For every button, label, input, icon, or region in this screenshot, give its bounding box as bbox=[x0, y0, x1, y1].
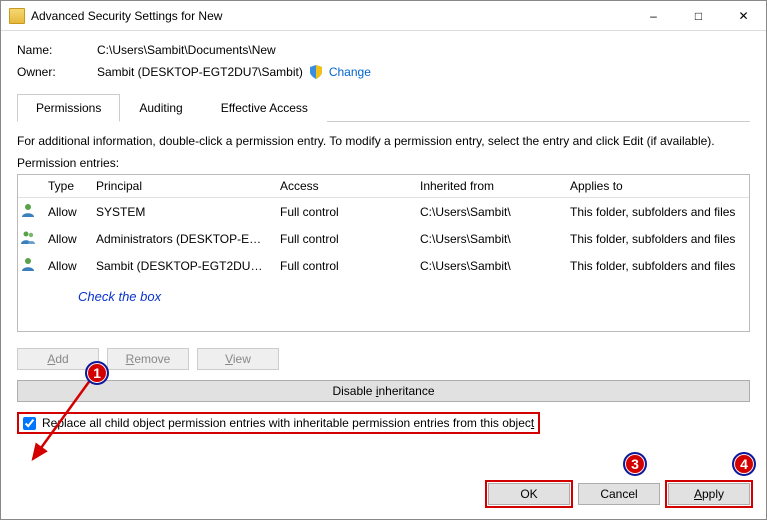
replace-child-entries-checkbox[interactable] bbox=[23, 417, 36, 430]
annotation-check-text: Check the box bbox=[78, 289, 749, 304]
cell-type: Allow bbox=[42, 228, 90, 250]
ok-button[interactable]: OK bbox=[488, 483, 570, 505]
title-bar: Advanced Security Settings for New – □ ✕ bbox=[1, 1, 766, 31]
table-row[interactable]: Allow Administrators (DESKTOP-EG... Full… bbox=[18, 225, 749, 252]
col-inherited[interactable]: Inherited from bbox=[414, 175, 564, 197]
view-button: View bbox=[197, 348, 279, 370]
cell-principal: SYSTEM bbox=[90, 201, 274, 223]
user-icon bbox=[20, 256, 36, 272]
table-row[interactable]: Allow Sambit (DESKTOP-EGT2DU7\S... Full … bbox=[18, 252, 749, 279]
disable-inheritance-button[interactable]: Disable inheritance bbox=[17, 380, 750, 402]
cell-access: Full control bbox=[274, 255, 414, 277]
tab-permissions[interactable]: Permissions bbox=[17, 94, 120, 122]
col-access[interactable]: Access bbox=[274, 175, 414, 197]
owner-value: Sambit (DESKTOP-EGT2DU7\Sambit) bbox=[97, 65, 303, 79]
entries-label: Permission entries: bbox=[17, 156, 750, 170]
annotation-bubble-3: 3 bbox=[623, 452, 647, 476]
tab-effective-access[interactable]: Effective Access bbox=[202, 94, 327, 122]
table-header: Type Principal Access Inherited from App… bbox=[18, 175, 749, 198]
cell-principal: Administrators (DESKTOP-EG... bbox=[90, 228, 274, 250]
cell-access: Full control bbox=[274, 228, 414, 250]
cancel-button[interactable]: Cancel bbox=[578, 483, 660, 505]
shield-icon bbox=[309, 65, 323, 79]
folder-icon bbox=[9, 8, 25, 24]
col-applies[interactable]: Applies to bbox=[564, 175, 749, 197]
window-controls: – □ ✕ bbox=[631, 1, 766, 30]
cell-principal: Sambit (DESKTOP-EGT2DU7\S... bbox=[90, 255, 274, 277]
owner-label: Owner: bbox=[17, 65, 97, 79]
name-value: C:\Users\Sambit\Documents\New bbox=[97, 43, 276, 57]
replace-child-entries-row[interactable]: Replace all child object permission entr… bbox=[17, 412, 540, 434]
remove-button: Remove bbox=[107, 348, 189, 370]
cell-type: Allow bbox=[42, 201, 90, 223]
close-button[interactable]: ✕ bbox=[721, 1, 766, 30]
change-owner-link[interactable]: Change bbox=[329, 65, 371, 79]
col-principal[interactable]: Principal bbox=[90, 175, 274, 197]
user-icon bbox=[20, 202, 36, 218]
table-body: Allow SYSTEM Full control C:\Users\Sambi… bbox=[18, 198, 749, 304]
replace-child-entries-label: Replace all child object permission entr… bbox=[42, 416, 534, 430]
tab-strip: Permissions Auditing Effective Access bbox=[17, 93, 750, 122]
apply-button[interactable]: Apply bbox=[668, 483, 750, 505]
info-text: For additional information, double-click… bbox=[17, 134, 750, 148]
maximize-button[interactable]: □ bbox=[676, 1, 721, 30]
window-title: Advanced Security Settings for New bbox=[31, 9, 631, 23]
cell-inherited: C:\Users\Sambit\ bbox=[414, 255, 564, 277]
cell-type: Allow bbox=[42, 255, 90, 277]
permission-entries-table: Type Principal Access Inherited from App… bbox=[17, 174, 750, 332]
name-label: Name: bbox=[17, 43, 97, 57]
annotation-bubble-1: 1 bbox=[85, 361, 109, 385]
cell-access: Full control bbox=[274, 201, 414, 223]
col-type[interactable]: Type bbox=[42, 175, 90, 197]
cell-inherited: C:\Users\Sambit\ bbox=[414, 201, 564, 223]
cell-applies: This folder, subfolders and files bbox=[564, 201, 749, 223]
annotation-bubble-4: 4 bbox=[732, 452, 756, 476]
tab-auditing[interactable]: Auditing bbox=[120, 94, 201, 122]
cell-applies: This folder, subfolders and files bbox=[564, 228, 749, 250]
users-icon bbox=[20, 229, 36, 245]
cell-applies: This folder, subfolders and files bbox=[564, 255, 749, 277]
cell-inherited: C:\Users\Sambit\ bbox=[414, 228, 564, 250]
minimize-button[interactable]: – bbox=[631, 1, 676, 30]
table-row[interactable]: Allow SYSTEM Full control C:\Users\Sambi… bbox=[18, 198, 749, 225]
